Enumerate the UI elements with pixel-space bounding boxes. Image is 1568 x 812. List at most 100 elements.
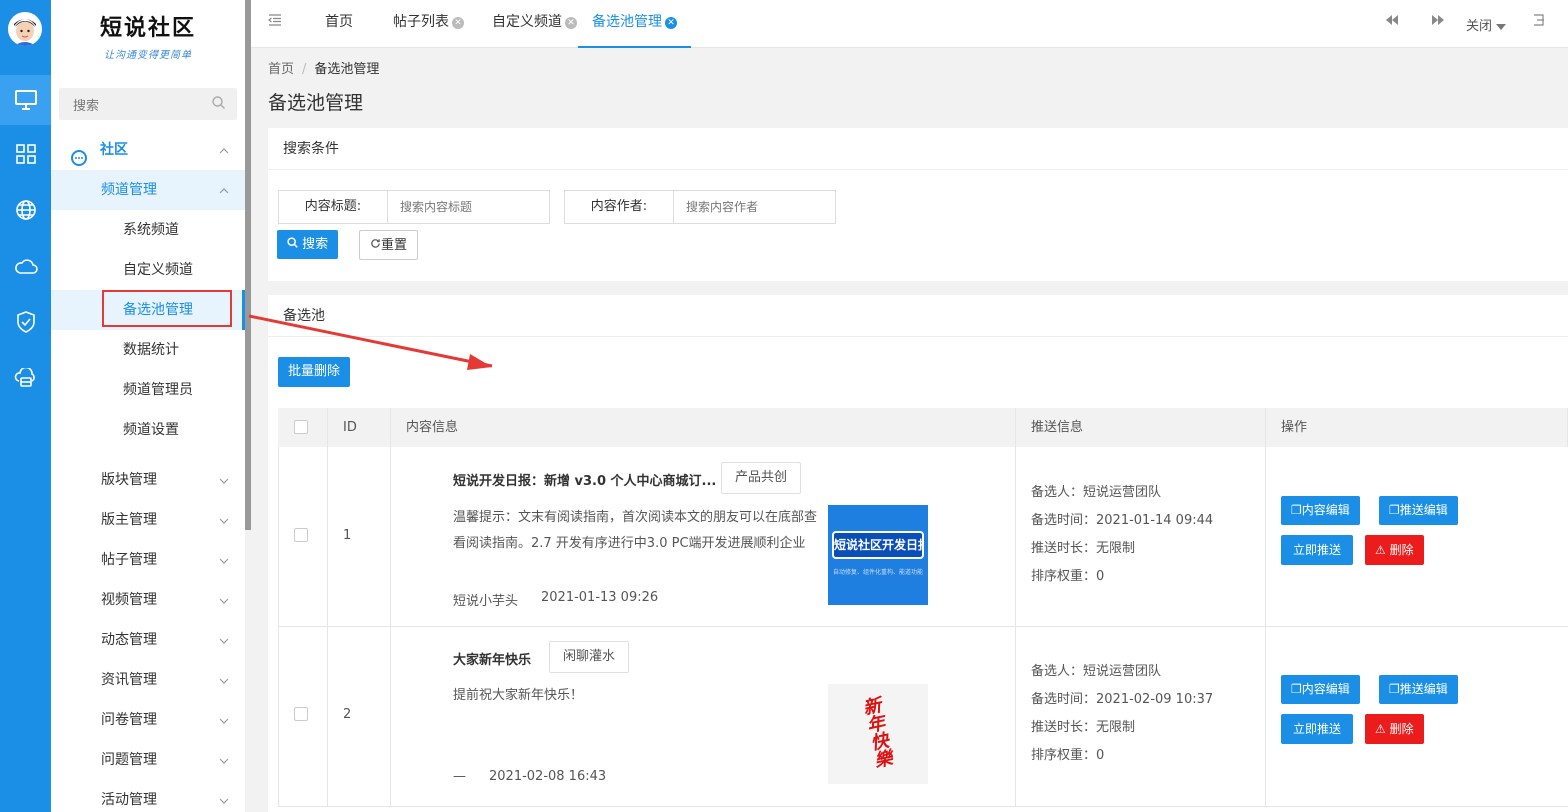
tab-custom-channel[interactable]: 自定义频道 ✕ xyxy=(492,0,577,48)
table-row: 1 短说开发日报：新增 v3.0 个人中心商城订... 产品共创 温馨提示：文末… xyxy=(278,447,1568,627)
menu-group[interactable]: 版主管理 xyxy=(51,500,245,540)
author-filter-label: 内容作者: xyxy=(565,191,674,223)
edit-content-button[interactable]: ❐内容编辑 xyxy=(1281,675,1360,704)
sidebar-scrollbar[interactable] xyxy=(245,0,251,530)
row-push-cell: 备选人：短说运营团队 备选时间：2021-02-09 10:37 推送时长：无限… xyxy=(1016,627,1266,806)
post-title[interactable]: 短说开发日报：新增 v3.0 个人中心商城订... xyxy=(453,470,716,489)
author-filter-input[interactable]: 搜索内容作者 xyxy=(674,191,835,223)
close-icon[interactable]: ✕ xyxy=(452,17,464,29)
globe-icon[interactable] xyxy=(0,188,51,232)
row-push-cell: 备选人：短说运营团队 备选时间：2021-01-14 09:44 推送时长：无限… xyxy=(1016,447,1266,626)
edit-push-label: 推送编辑 xyxy=(1399,682,1448,696)
sidebar-search[interactable]: 搜索 xyxy=(59,88,237,120)
row-checkbox[interactable] xyxy=(294,707,308,721)
category-tag: 闲聊灌水 xyxy=(549,641,630,673)
row-id: 2 xyxy=(343,707,352,722)
edit-push-button[interactable]: ❐推送编辑 xyxy=(1379,675,1458,704)
post-author: 短说小芋头 xyxy=(453,594,519,609)
chevron-up-icon xyxy=(219,130,229,170)
post-date: 2021-01-13 09:26 xyxy=(541,590,659,605)
edit-content-button[interactable]: ❐内容编辑 xyxy=(1281,496,1360,525)
menu-community[interactable]: 社区 xyxy=(51,130,245,170)
filter-card: 搜索条件 内容标题: 搜索内容标题 内容作者: 搜索内容作者 搜索 重置 xyxy=(268,128,1568,281)
tab-home[interactable]: 首页 xyxy=(325,0,353,48)
menu-channel-mgmt[interactable]: 频道管理 xyxy=(51,170,245,210)
row-checkbox[interactable] xyxy=(294,528,308,542)
exit-icon[interactable] xyxy=(1533,14,1545,30)
filter-header: 搜索条件 xyxy=(268,128,1568,170)
row-id-cell: 2 xyxy=(328,627,391,806)
delete-label: 删除 xyxy=(1389,722,1414,736)
delete-button[interactable]: ⚠ 删除 xyxy=(1365,714,1424,744)
reset-button[interactable]: 重置 xyxy=(359,230,419,260)
menu-group-label: 版主管理 xyxy=(101,512,157,528)
close-icon[interactable]: ✕ xyxy=(565,17,577,29)
sidebar: 短说社区 让沟通变得更简单 搜索 社区 频道管理 系统频道 自定义频道 备选池管… xyxy=(51,0,251,812)
push-now-button[interactable]: 立即推送 xyxy=(1281,535,1354,565)
chevron-down-icon xyxy=(219,660,229,700)
grid-icon[interactable] xyxy=(0,132,51,176)
row-select-cell xyxy=(279,447,328,626)
edit-push-label: 推送编辑 xyxy=(1399,503,1448,517)
menu-group[interactable]: 视频管理 xyxy=(51,580,245,620)
menu-custom-channel[interactable]: 自定义频道 xyxy=(51,250,245,290)
push-now-button[interactable]: 立即推送 xyxy=(1281,714,1354,744)
page-title: 备选池管理 xyxy=(268,92,364,114)
tab-post-list-label: 帖子列表 xyxy=(393,14,449,30)
tab-pool-mgmt[interactable]: 备选池管理 ✕ xyxy=(578,0,691,48)
cloud-icon[interactable] xyxy=(0,244,51,288)
tab-pool-mgmt-label: 备选池管理 xyxy=(592,14,662,30)
menu-group[interactable]: 动态管理 xyxy=(51,620,245,660)
thumbnail-subtitle: 自动修复、组件化重构、能道功能 xyxy=(832,569,923,576)
menu-group[interactable]: 活动管理 xyxy=(51,780,245,812)
menu-system-channel[interactable]: 系统频道 xyxy=(51,210,245,250)
select-all-checkbox[interactable] xyxy=(294,420,308,434)
menu-group[interactable]: 版块管理 xyxy=(51,460,245,500)
prev-tab-icon[interactable] xyxy=(1385,14,1399,30)
collapse-menu-icon[interactable] xyxy=(268,0,282,48)
push-duration: 推送时长：无限制 xyxy=(1031,720,1136,735)
search-button[interactable]: 搜索 xyxy=(277,230,339,259)
monitor-icon[interactable] xyxy=(0,75,51,125)
edit-push-button[interactable]: ❐推送编辑 xyxy=(1379,496,1458,525)
cloud-server-icon[interactable] xyxy=(0,356,51,400)
delete-button[interactable]: ⚠ 删除 xyxy=(1365,535,1424,565)
menu-community-label: 社区 xyxy=(100,142,128,158)
search-button-label: 搜索 xyxy=(302,237,329,252)
next-tab-icon[interactable] xyxy=(1431,14,1445,30)
menu-group[interactable]: 资讯管理 xyxy=(51,660,245,700)
breadcrumb-home[interactable]: 首页 xyxy=(268,62,294,77)
close-icon[interactable]: ✕ xyxy=(665,17,677,29)
user-avatar[interactable] xyxy=(8,12,42,46)
shield-check-icon[interactable] xyxy=(0,300,51,344)
push-picker: 备选人：短说运营团队 xyxy=(1031,485,1162,500)
chevron-down-icon xyxy=(219,780,229,812)
category-tag: 产品共创 xyxy=(721,462,802,494)
side-menu: 社区 频道管理 系统频道 自定义频道 备选池管理 数据统计 频道管理员 频道设置… xyxy=(51,130,245,812)
menu-group[interactable]: 问题管理 xyxy=(51,740,245,780)
chevron-up-icon xyxy=(219,170,229,210)
breadcrumb-current: 备选池管理 xyxy=(314,62,380,77)
menu-channel-admin[interactable]: 频道管理员 xyxy=(51,370,245,410)
menu-group-label: 资讯管理 xyxy=(101,672,157,688)
menu-group[interactable]: 问卷管理 xyxy=(51,700,245,740)
tab-custom-channel-label: 自定义频道 xyxy=(492,14,562,30)
tab-bar: 首页 帖子列表 ✕ 自定义频道 ✕ 备选池管理 ✕ 关闭 xyxy=(251,0,1568,48)
edit-content-label: 内容编辑 xyxy=(1301,682,1350,696)
post-title[interactable]: 大家新年快乐 xyxy=(453,649,531,668)
post-excerpt: 温馨提示：文末有阅读指南，首次阅读本文的朋友可以在底部查看阅读指南。2.7 开发… xyxy=(453,510,818,551)
title-filter-input[interactable]: 搜索内容标题 xyxy=(388,191,549,223)
close-dropdown[interactable]: 关闭 xyxy=(1466,15,1507,34)
menu-data-stats[interactable]: 数据统计 xyxy=(51,330,245,370)
reset-button-label: 重置 xyxy=(381,238,408,253)
author-filter: 内容作者: 搜索内容作者 xyxy=(564,190,836,224)
menu-group-label: 视频管理 xyxy=(101,592,157,608)
row-select-cell xyxy=(279,627,328,806)
tab-post-list[interactable]: 帖子列表 ✕ xyxy=(393,0,464,48)
edit-content-label: 内容编辑 xyxy=(1301,503,1350,517)
push-picker: 备选人：短说运营团队 xyxy=(1031,664,1162,679)
menu-channel-settings[interactable]: 频道设置 xyxy=(51,410,245,450)
breadcrumb-separator: / xyxy=(302,62,307,77)
row-actions-cell: ❐内容编辑 ❐推送编辑 立即推送 ⚠ 删除 xyxy=(1266,447,1568,626)
menu-group[interactable]: 帖子管理 xyxy=(51,540,245,580)
